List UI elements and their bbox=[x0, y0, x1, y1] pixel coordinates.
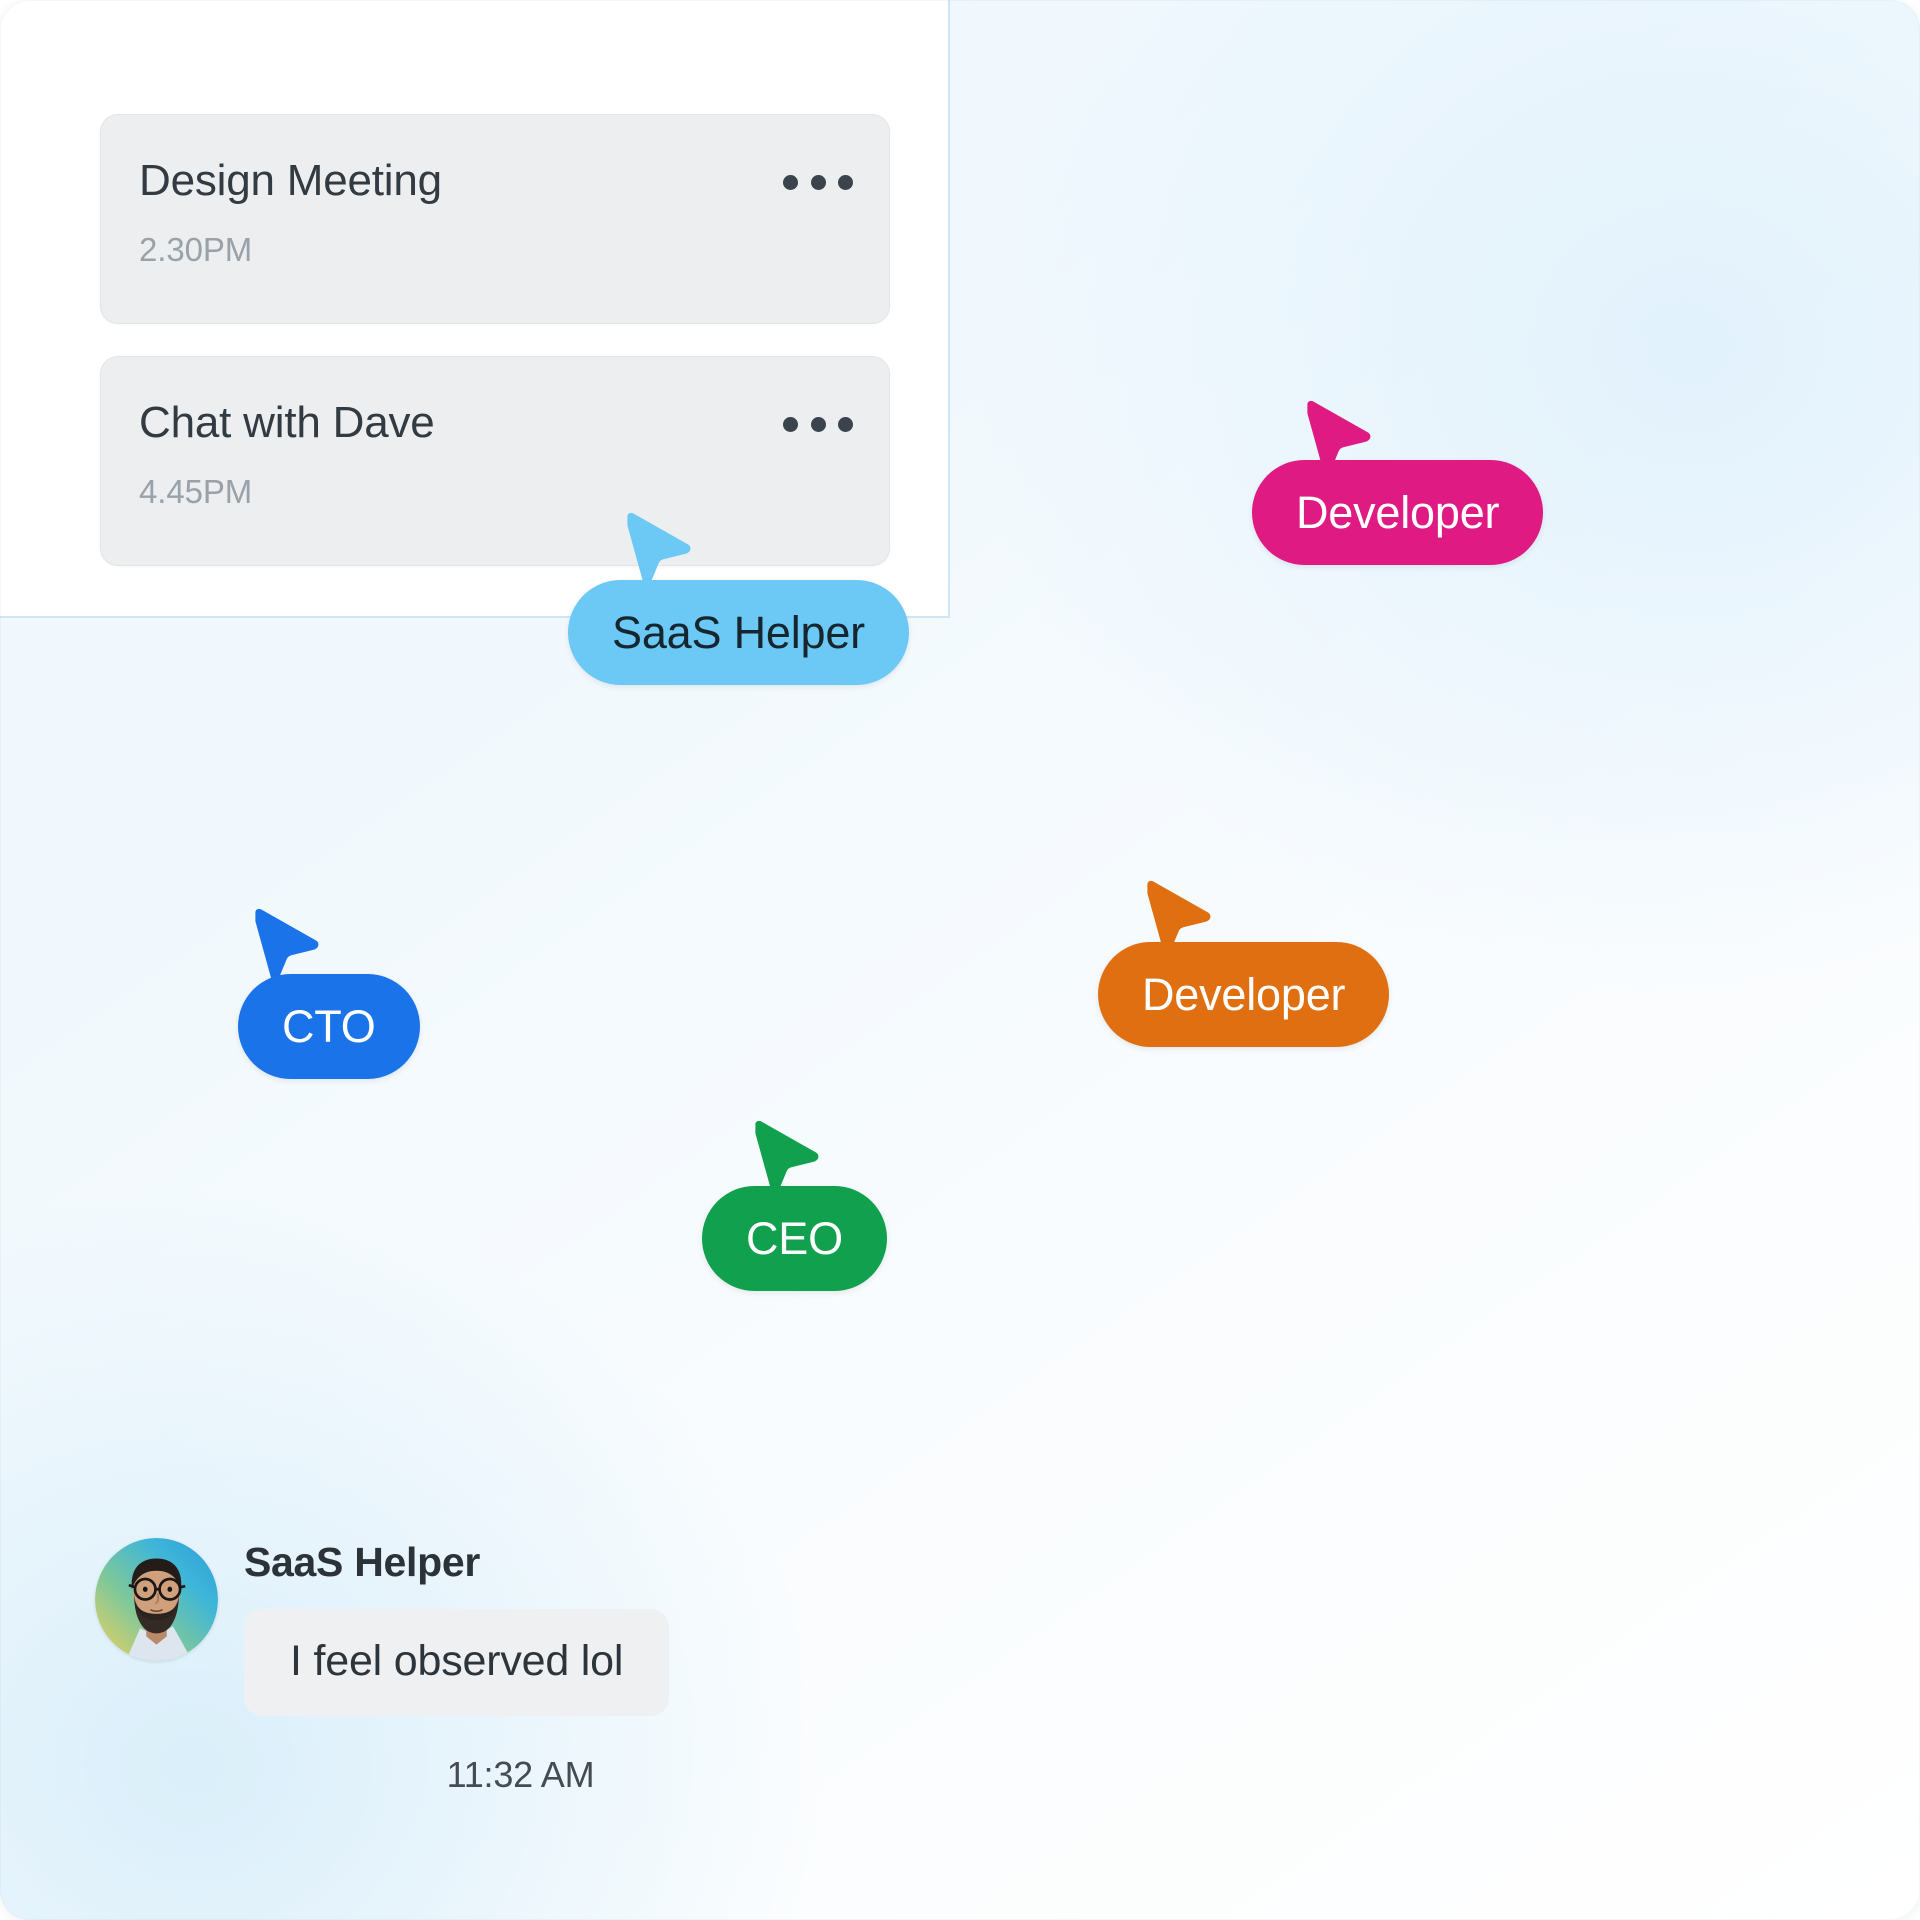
cursor-label-text: Developer bbox=[1296, 486, 1500, 538]
app-canvas: Design Meeting 2.30PM Chat with Dave 4.4… bbox=[0, 0, 1920, 1920]
conversation-card[interactable]: Design Meeting 2.30PM bbox=[100, 114, 890, 324]
dot bbox=[810, 416, 826, 432]
conversation-card-time: 2.30PM bbox=[139, 231, 253, 268]
dot bbox=[783, 416, 798, 432]
chat-message-bubble: I feel observed lol bbox=[244, 1609, 670, 1716]
dot bbox=[838, 416, 853, 432]
cursor-label-pill: SaaS Helper bbox=[568, 580, 909, 685]
dot bbox=[783, 174, 798, 190]
dot bbox=[838, 174, 853, 190]
cursor-label-pill: CTO bbox=[238, 974, 420, 1079]
avatar[interactable] bbox=[95, 1538, 218, 1661]
cursor-pointer-icon bbox=[627, 512, 691, 585]
chat-message: SaaS Helper I feel observed lol 11:32 AM bbox=[95, 1538, 855, 1796]
ellipsis-horizontal-icon[interactable] bbox=[783, 409, 853, 439]
ellipsis-horizontal-icon[interactable] bbox=[783, 167, 853, 197]
conversation-card-time: 4.45PM bbox=[139, 473, 253, 510]
conversation-card-title: Chat with Dave bbox=[139, 398, 435, 447]
cursor-pointer-icon bbox=[255, 908, 319, 981]
conversation-list-panel: Design Meeting 2.30PM Chat with Dave 4.4… bbox=[0, 0, 950, 618]
cursor-label-pill: Developer bbox=[1252, 460, 1544, 565]
chat-message-row: SaaS Helper I feel observed lol bbox=[95, 1538, 855, 1716]
cursor-label-pill: CEO bbox=[702, 1186, 887, 1291]
chat-message-body: SaaS Helper I feel observed lol bbox=[244, 1538, 670, 1716]
conversation-card-title: Design Meeting bbox=[139, 156, 442, 205]
dot bbox=[810, 174, 826, 190]
cursor-label-text: Developer bbox=[1142, 968, 1346, 1020]
cursor-label-text: CTO bbox=[282, 1000, 376, 1052]
cursor-label-pill: Developer bbox=[1098, 942, 1390, 1047]
chat-message-sender: SaaS Helper bbox=[244, 1539, 480, 1585]
cursor-pointer-icon bbox=[755, 1120, 819, 1193]
chat-message-timestamp: 11:32 AM bbox=[446, 1754, 595, 1795]
avatar-photo bbox=[95, 1538, 218, 1661]
conversation-card[interactable]: Chat with Dave 4.45PM bbox=[100, 356, 890, 566]
cursor-label-text: SaaS Helper bbox=[612, 606, 865, 658]
cursor-label-text: CEO bbox=[746, 1212, 843, 1264]
